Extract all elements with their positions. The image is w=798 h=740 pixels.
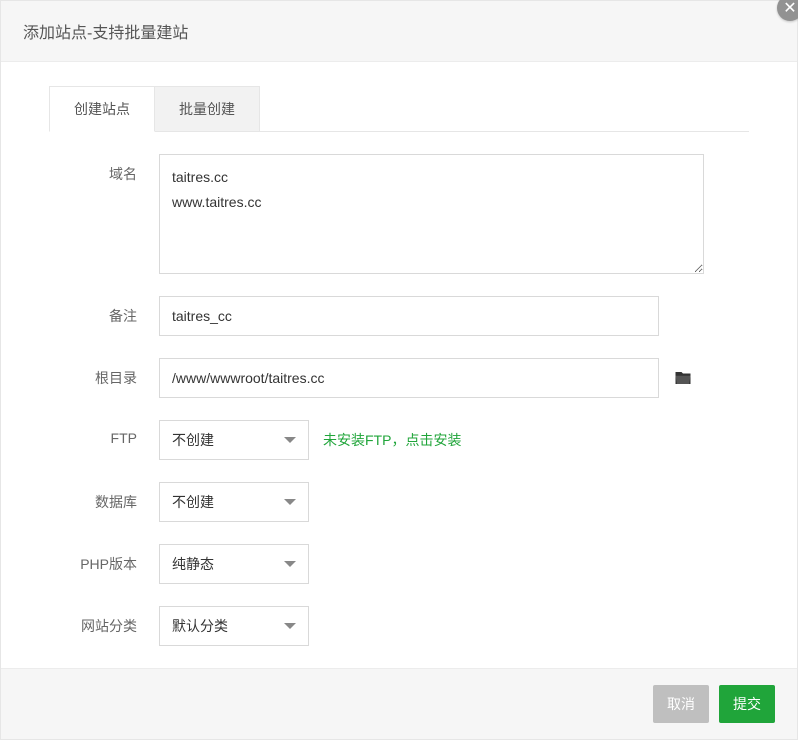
tabs: 创建站点 批量创建 <box>49 86 749 132</box>
domain-textarea[interactable] <box>159 154 704 274</box>
php-version-select[interactable]: 纯静态 <box>159 544 309 584</box>
form: 域名 备注 根目录 <box>49 132 749 646</box>
php-select-value: 纯静态 <box>172 554 214 574</box>
submit-button[interactable]: 提交 <box>719 685 775 723</box>
label-php: PHP版本 <box>49 544 159 574</box>
folder-browse-icon[interactable] <box>673 369 693 387</box>
category-select[interactable]: 默认分类 <box>159 606 309 646</box>
modal-footer: 取消 提交 <box>1 668 797 739</box>
close-icon: ✕ <box>783 0 796 18</box>
chevron-down-icon <box>284 561 296 567</box>
modal-title: 添加站点-支持批量建站 <box>23 25 188 42</box>
row-domain: 域名 <box>49 154 749 274</box>
database-select-value: 不创建 <box>172 492 214 512</box>
tab-batch-create[interactable]: 批量创建 <box>154 86 260 131</box>
label-domain: 域名 <box>49 154 159 184</box>
chevron-down-icon <box>284 437 296 443</box>
row-remark: 备注 <box>49 296 749 336</box>
cancel-button[interactable]: 取消 <box>653 685 709 723</box>
root-dir-input[interactable] <box>159 358 659 398</box>
database-select[interactable]: 不创建 <box>159 482 309 522</box>
label-ftp: FTP <box>49 420 159 446</box>
modal-header: 添加站点-支持批量建站 <box>1 1 797 62</box>
chevron-down-icon <box>284 623 296 629</box>
row-category: 网站分类 默认分类 <box>49 606 749 646</box>
ftp-install-link[interactable]: 点击安装 <box>405 432 461 448</box>
label-category: 网站分类 <box>49 606 159 636</box>
add-site-modal: 添加站点-支持批量建站 ✕ 创建站点 批量创建 域名 备注 <box>0 0 798 740</box>
chevron-down-icon <box>284 499 296 505</box>
row-database: 数据库 不创建 <box>49 482 749 522</box>
remark-input[interactable] <box>159 296 659 336</box>
row-root: 根目录 <box>49 358 749 398</box>
tab-label: 批量创建 <box>179 101 235 117</box>
tab-label: 创建站点 <box>74 101 130 117</box>
row-php: PHP版本 纯静态 <box>49 544 749 584</box>
ftp-hint: 未安装FTP，点击安装 <box>323 430 461 450</box>
modal-body: 创建站点 批量创建 域名 备注 根目录 <box>1 62 797 646</box>
label-remark: 备注 <box>49 296 159 326</box>
category-select-value: 默认分类 <box>172 616 228 636</box>
tab-create-site[interactable]: 创建站点 <box>49 86 155 132</box>
ftp-select[interactable]: 不创建 <box>159 420 309 460</box>
row-ftp: FTP 不创建 未安装FTP，点击安装 <box>49 420 749 460</box>
label-database: 数据库 <box>49 482 159 512</box>
ftp-select-value: 不创建 <box>172 430 214 450</box>
label-root: 根目录 <box>49 358 159 388</box>
ftp-hint-text: 未安装FTP， <box>323 432 405 448</box>
